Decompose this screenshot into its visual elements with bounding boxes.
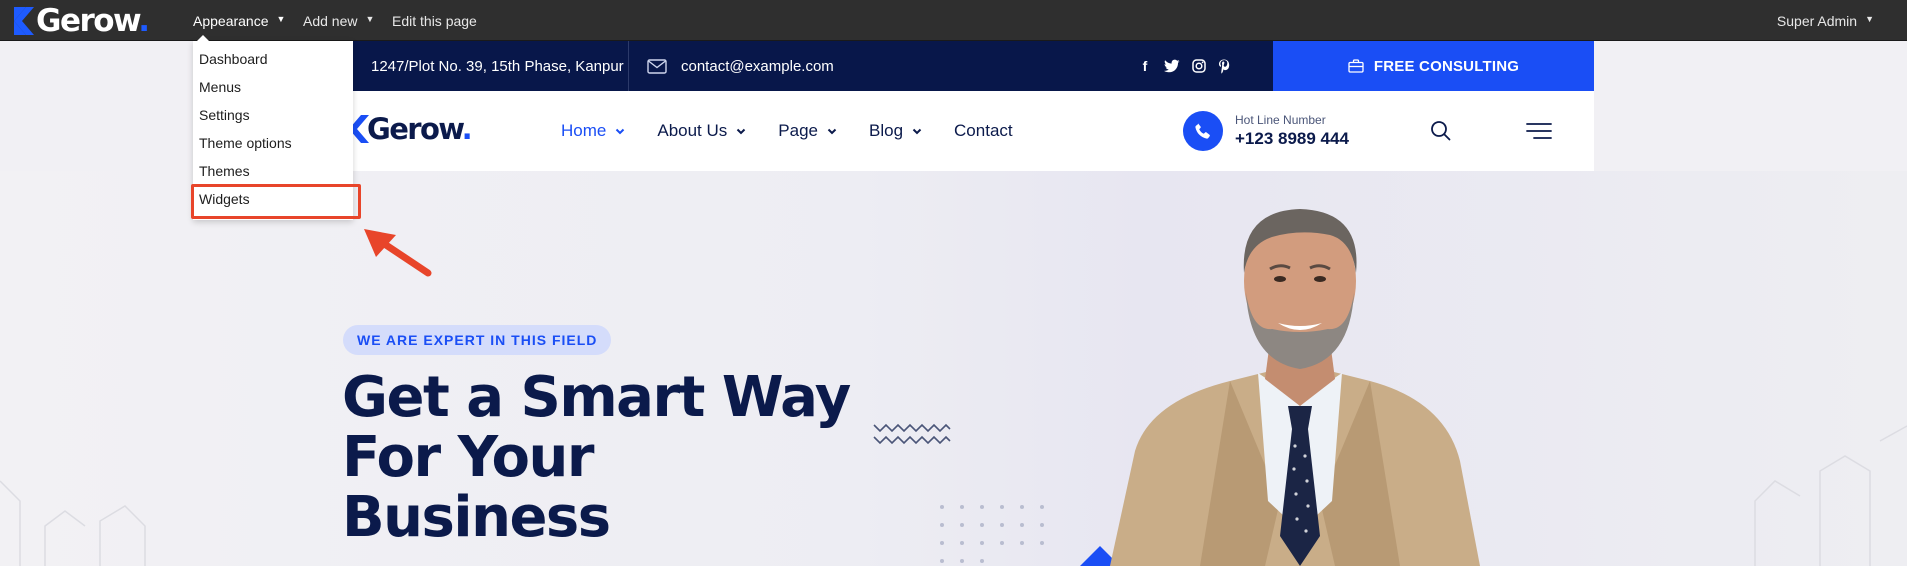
appearance-label: Appearance [193, 12, 269, 29]
social-links: f [1138, 41, 1230, 91]
admin-logo[interactable]: Gerow. [14, 3, 150, 39]
dropdown-item-menus[interactable]: Menus [199, 77, 241, 97]
nav-about-label: About Us [657, 121, 728, 140]
email-info[interactable]: contact@example.com [647, 41, 834, 91]
hero-title-line-3: Business [342, 485, 611, 550]
hotline[interactable]: Hot Line Number +123 8989 444 [1183, 111, 1349, 151]
hero-section: WE ARE EXPERT IN THIS FIELD Get a Smart … [0, 171, 1907, 566]
hotline-number: +123 8989 444 [1235, 129, 1349, 148]
pinterest-icon[interactable] [1218, 59, 1230, 74]
mail-icon [647, 58, 667, 74]
dropdown-item-settings[interactable]: Settings [199, 105, 250, 125]
nav-contact-label: Contact [954, 121, 1013, 140]
briefcase-icon [1348, 59, 1364, 73]
facebook-icon[interactable]: f [1138, 58, 1152, 74]
site-logo-text: Gerow [367, 112, 463, 146]
hotline-label: Hot Line Number [1235, 113, 1326, 127]
main-nav: Home About Us Page Blog Contact [561, 91, 1045, 171]
hero-title-line-1: Get a Smart Way [342, 365, 851, 430]
search-icon[interactable] [1430, 120, 1451, 141]
hamburger-menu-icon[interactable] [1526, 122, 1552, 140]
dropdown-item-themes[interactable]: Themes [199, 161, 250, 181]
user-menu[interactable]: Super Admin ▼ [1777, 0, 1874, 41]
dropdown-item-theme-options[interactable]: Theme options [199, 133, 292, 153]
nav-item-contact[interactable]: Contact [954, 121, 1013, 141]
pointer-arrow-icon [364, 229, 432, 277]
add-new-label: Add new [303, 12, 358, 29]
add-new-menu[interactable]: Add new ▼ [303, 0, 374, 41]
instagram-icon[interactable] [1192, 59, 1206, 73]
admin-bar: Gerow. Appearance ▼ Add new ▼ Edit this pa… [0, 0, 1907, 41]
caret-down-icon: ▼ [1865, 13, 1874, 24]
logo-mark-icon [14, 7, 34, 35]
nav-blog-label: Blog [869, 121, 904, 140]
hero-title-line-2: For Your [342, 425, 594, 490]
user-label: Super Admin [1776, 12, 1858, 29]
edit-page-link[interactable]: Edit this page [392, 0, 477, 41]
admin-logo-text: Gerow [36, 3, 140, 39]
phone-icon [1183, 111, 1223, 151]
info-divider [628, 41, 629, 91]
chevron-down-icon [616, 128, 625, 134]
chevron-down-icon [912, 128, 922, 134]
nav-page-label: Page [778, 121, 818, 140]
free-consulting-label: FREE CONSULTING [1373, 57, 1520, 75]
widgets-highlight-box [191, 184, 361, 219]
email-text: contact@example.com [681, 57, 834, 75]
nav-item-blog[interactable]: Blog [869, 121, 922, 141]
edit-page-label: Edit this page [392, 12, 477, 29]
info-strip: 1247/Plot No. 39, 15th Phase, Kanpur con… [353, 41, 1594, 91]
hero-title: Get a Smart Way For Your Business [342, 368, 902, 548]
businessman-photo [1080, 209, 1480, 566]
nav-item-home[interactable]: Home [561, 121, 625, 141]
address-info: 1247/Plot No. 39, 15th Phase, Kanpur [371, 41, 624, 91]
admin-logo-dot: . [138, 3, 150, 39]
caret-down-icon: ▼ [365, 13, 375, 24]
chevron-down-icon [737, 128, 746, 134]
nav-item-page[interactable]: Page [778, 121, 837, 141]
twitter-icon[interactable] [1164, 59, 1180, 73]
dropdown-item-dashboard[interactable]: Dashboard [199, 49, 268, 69]
chevron-down-icon [827, 128, 837, 134]
nav-item-about-us[interactable]: About Us [657, 121, 746, 141]
site-header: Gerow. Home About Us Page Blog Contact H… [349, 91, 1594, 171]
zigzag-decoration [873, 423, 951, 445]
site-logo-dot: . [461, 112, 473, 146]
dots-decoration [940, 505, 1044, 563]
site-logo[interactable]: Gerow. [349, 112, 473, 146]
hero-badge: WE ARE EXPERT IN THIS FIELD [343, 325, 612, 355]
free-consulting-button[interactable]: FREE CONSULTING [1273, 41, 1594, 91]
caret-down-icon: ▼ [276, 13, 286, 24]
address-text: 1247/Plot No. 39, 15th Phase, Kanpur [371, 57, 624, 75]
nav-home-label: Home [561, 121, 607, 140]
